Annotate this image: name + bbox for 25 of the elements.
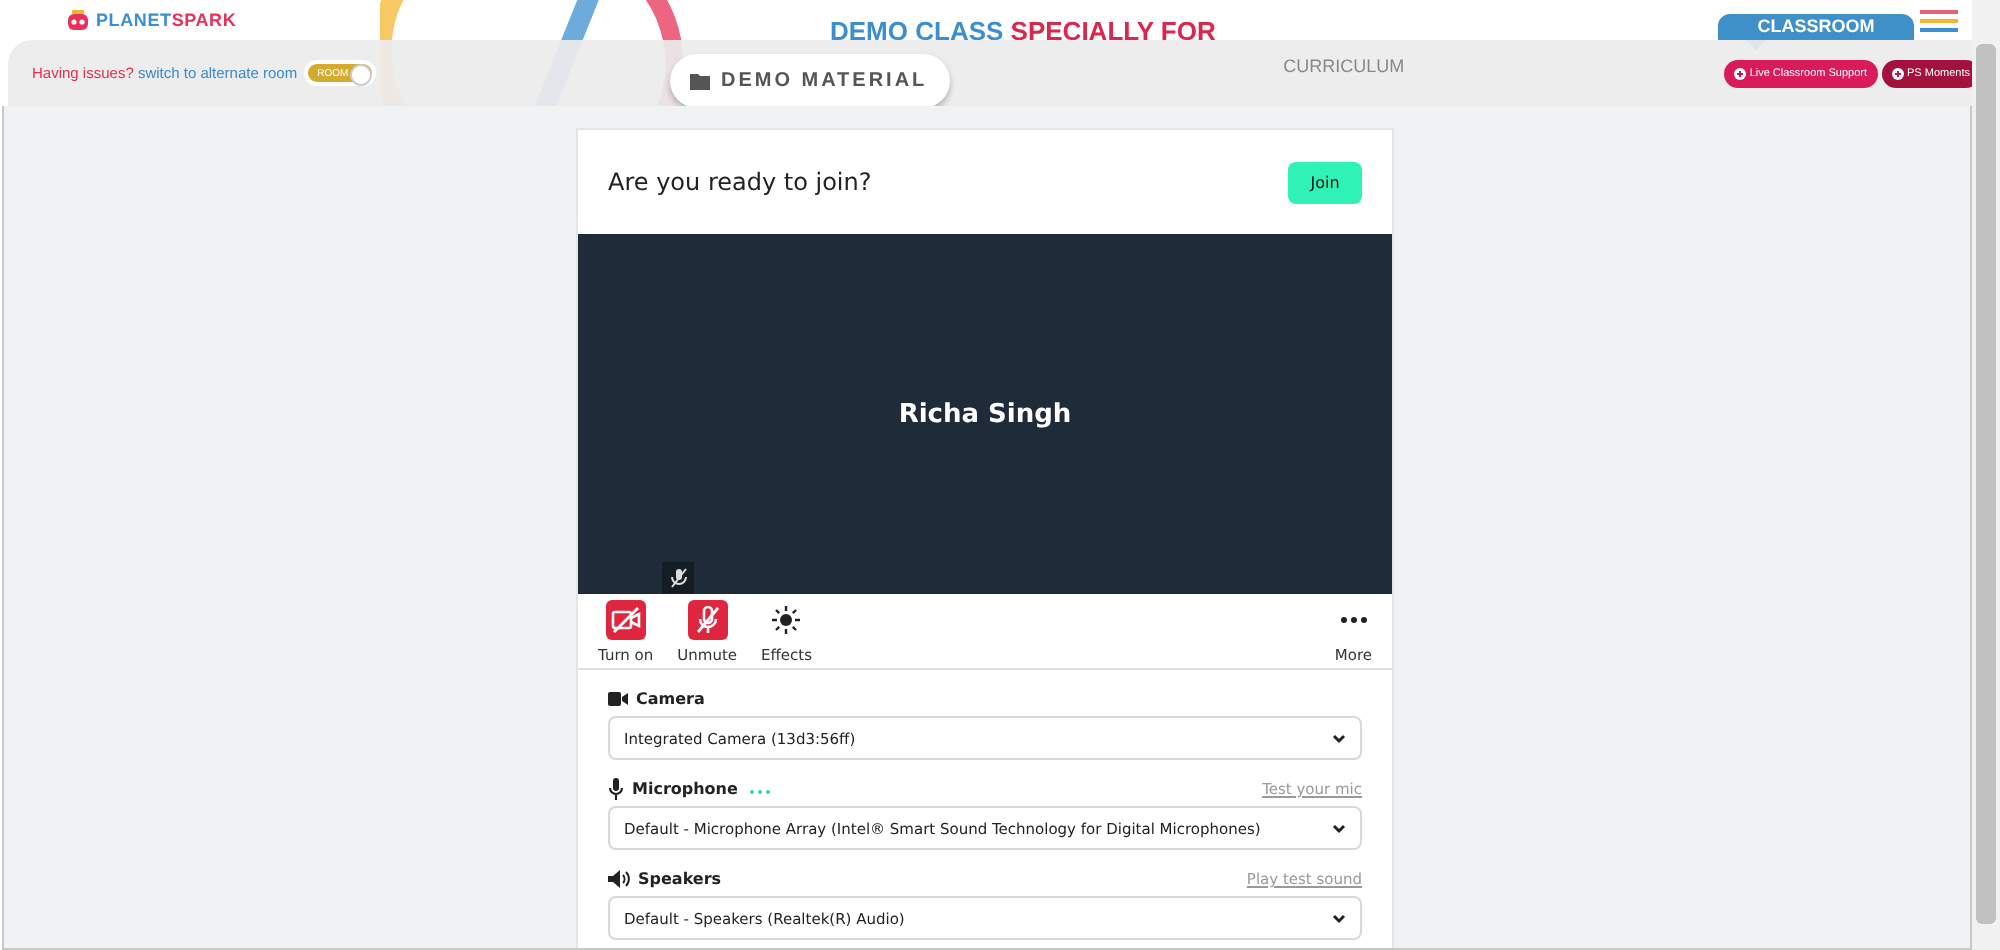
plus-icon	[1733, 67, 1746, 79]
device-label: Microphone	[608, 778, 770, 800]
join-button[interactable]: Join	[1288, 161, 1362, 203]
speaker-icon	[608, 870, 630, 888]
device-label: Speakers	[608, 870, 722, 888]
folder-icon	[690, 73, 711, 89]
mic-icon	[608, 778, 624, 800]
logo[interactable]: PLANETSPARK	[66, 8, 237, 32]
logo-text: PLANETSPARK	[96, 10, 237, 30]
device-label: Camera	[608, 690, 705, 708]
menu-icon[interactable]	[1920, 10, 1958, 32]
mascot-icon	[66, 8, 90, 32]
mic-off-icon	[687, 599, 728, 639]
chevron-icon	[1332, 733, 1346, 743]
more-icon	[1339, 615, 1368, 623]
prejoin-title: Are you ready to join?	[608, 168, 872, 196]
scrollbar[interactable]	[1972, 0, 2000, 950]
chevron-icon	[1332, 913, 1346, 923]
camera-off-icon	[605, 599, 646, 639]
chevron-icon	[1332, 823, 1346, 833]
video-camera-icon	[608, 692, 628, 706]
demo-material-button[interactable]: DEMO MATERIAL	[669, 54, 950, 106]
participant-name: Richa Singh	[898, 399, 1072, 429]
plus-icon	[1891, 67, 1904, 79]
banner-title: DEMO CLASS SPECIALLY FOR	[830, 16, 1216, 46]
